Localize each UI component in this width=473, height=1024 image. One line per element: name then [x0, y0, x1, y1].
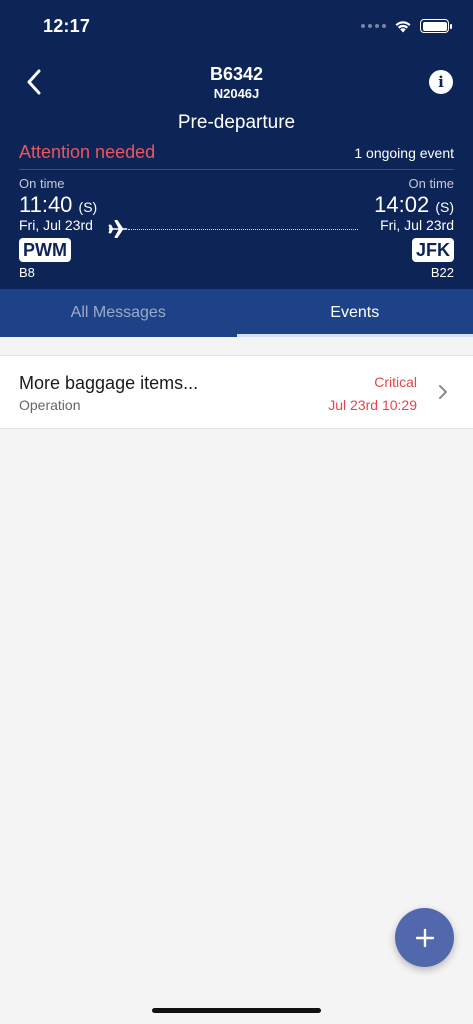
route-line: [128, 229, 358, 230]
tail-number: N2046J: [213, 86, 260, 101]
tab-all-messages[interactable]: All Messages: [0, 289, 237, 337]
arrival-time-type: (S): [435, 199, 454, 215]
tab-events-label: Events: [330, 304, 380, 321]
status-bar: 12:17: [0, 0, 473, 52]
event-title: More baggage items...: [19, 373, 199, 393]
chevron-right-icon: [439, 385, 447, 399]
arrival-gate: B22: [430, 265, 454, 280]
cellular-signal-icon: [361, 24, 386, 28]
add-event-button[interactable]: [395, 908, 454, 967]
flight-number: B6342: [209, 64, 264, 84]
departure-gate: B8: [19, 265, 35, 280]
plus-icon: [415, 928, 434, 947]
departure-time: 11:40 (S): [19, 192, 97, 218]
info-icon: i: [438, 73, 444, 91]
event-timestamp: Jul 23rd 10:29: [328, 397, 417, 413]
tab-events[interactable]: Events: [236, 289, 473, 337]
flight-header: 12:17 B6342 N2046J i Pre-departure Atten…: [0, 0, 473, 337]
tab-all-messages-label: All Messages: [70, 304, 166, 321]
arrival-date: Fri, Jul 23rd: [380, 217, 454, 233]
airplane-icon: [108, 220, 128, 238]
departure-time-value: 11:40: [19, 192, 73, 217]
departure-status: On time: [19, 176, 65, 191]
info-button[interactable]: i: [429, 70, 453, 94]
status-time: 12:17: [43, 16, 91, 36]
event-list-item[interactable]: More baggage items... Operation Critical…: [0, 355, 473, 429]
status-icons: [361, 16, 452, 36]
attention-status: Attention needed: [19, 142, 156, 162]
flight-phase: Pre-departure: [177, 112, 296, 133]
departure-date: Fri, Jul 23rd: [19, 217, 93, 233]
home-indicator[interactable]: [152, 1008, 321, 1013]
navigation-bar: B6342 N2046J i: [0, 56, 473, 108]
arrival-status: On time: [408, 176, 454, 191]
tab-bar: All Messages Events: [0, 289, 473, 337]
event-type: Operation: [19, 397, 81, 413]
arrival-airport-code: JFK: [411, 238, 454, 262]
event-severity: Critical: [374, 374, 417, 390]
departure-airport-code: PWM: [19, 238, 71, 262]
battery-icon: [420, 19, 452, 33]
header-divider: [19, 169, 454, 170]
arrival-time-value: 14:02: [374, 192, 430, 217]
wifi-icon: [395, 21, 411, 33]
departure-time-type: (S): [78, 199, 98, 215]
ongoing-events-count: 1 ongoing event: [354, 145, 454, 161]
flight-detail-screen: 12:17 B6342 N2046J i Pre-departure Atten…: [0, 0, 473, 1024]
arrival-time: 14:02 (S): [374, 192, 454, 218]
